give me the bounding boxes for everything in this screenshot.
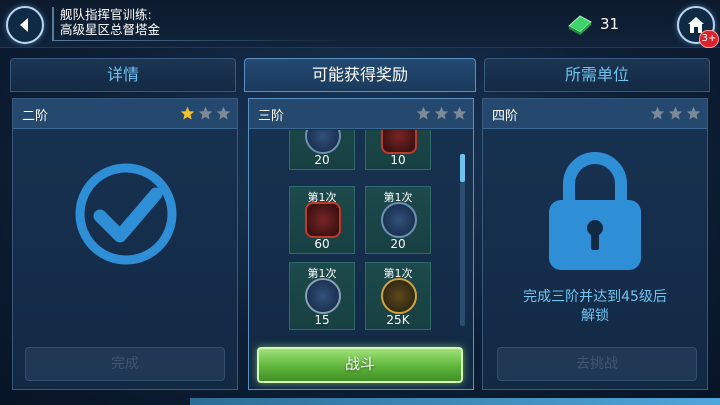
panel-header: 四阶 — [483, 99, 707, 129]
reward-item[interactable]: 10 — [365, 130, 431, 170]
notification-badge: 3+ — [699, 30, 719, 48]
reward-item[interactable]: 第1次 15 — [289, 262, 355, 330]
star-icon — [686, 106, 701, 120]
tab-required-units[interactable]: 所需单位 — [484, 58, 710, 92]
reward-item[interactable]: 20 — [289, 130, 355, 170]
star-rating — [650, 106, 701, 121]
star-icon — [198, 106, 213, 120]
scrollbar-thumb[interactable] — [460, 154, 465, 182]
tier-panel-locked: 四阶 完成三阶并达到45级后 解锁 去挑战 — [482, 98, 708, 390]
character-portrait-icon — [305, 130, 341, 154]
title-line-2: 高级星区总督塔金 — [60, 22, 161, 37]
battle-button[interactable]: 战斗 — [257, 347, 463, 383]
star-icon — [434, 106, 449, 120]
star-icon — [650, 106, 665, 120]
panel-body: 20 10 第1次 60 第1次 20 第1次 15 第1次 25K 战斗 — [249, 130, 473, 389]
character-portrait-icon — [381, 202, 417, 238]
reward-grid[interactable]: 20 10 第1次 60 第1次 20 第1次 15 第1次 25K — [253, 130, 471, 330]
star-icon — [668, 106, 683, 120]
reward-scrollbar[interactable] — [460, 154, 465, 326]
unlock-requirement-line-2: 解锁 — [581, 308, 609, 324]
currency-display: 31 — [566, 11, 619, 37]
tab-possible-rewards[interactable]: 可能获得奖励 — [244, 58, 476, 92]
tier-panel-current: 三阶 20 10 第1次 60 第1次 20 第1次 15 第1次 25K 战斗 — [248, 98, 474, 390]
top-bar: 舰队指挥官训练: 高级星区总督塔金 31 3+ — [0, 0, 720, 48]
back-button[interactable] — [6, 6, 44, 44]
reward-quantity: 60 — [314, 237, 330, 251]
star-icon — [180, 106, 195, 120]
tab-details[interactable]: 详情 — [10, 58, 236, 92]
locked-battle-button: 去挑战 — [497, 347, 697, 381]
panel-title: 四阶 — [492, 109, 519, 124]
unlock-requirement-line-1: 完成三阶并达到45级后 — [523, 289, 667, 305]
panel-header: 二阶 — [13, 99, 237, 129]
title-line-1: 舰队指挥官训练: — [60, 7, 152, 22]
reward-quantity: 25K — [386, 313, 410, 327]
panel-title: 二阶 — [22, 109, 49, 124]
completed-button: 完成 — [25, 347, 225, 381]
panel-header: 三阶 — [249, 99, 473, 129]
reward-quantity: 15 — [314, 313, 330, 327]
reward-quantity: 20 — [314, 153, 330, 167]
back-arrow-icon — [20, 18, 28, 32]
credits-icon — [381, 278, 417, 314]
reward-quantity: 20 — [390, 237, 406, 251]
star-icon — [452, 106, 467, 120]
page-title: 舰队指挥官训练: 高级星区总督塔金 — [52, 7, 352, 41]
star-icon — [416, 106, 431, 120]
gear-part-icon — [305, 278, 341, 314]
panel-body: 完成三阶并达到45级后 解锁 去挑战 — [483, 130, 707, 389]
tier-panel-completed: 二阶 完成 — [12, 98, 238, 390]
bottom-accent-bar — [190, 398, 720, 405]
character-shard-icon — [305, 202, 341, 238]
currency-value: 31 — [600, 15, 620, 33]
panel-body: 完成 — [13, 130, 237, 389]
star-rating — [180, 106, 231, 121]
reward-quantity: 10 — [390, 153, 406, 167]
lock-icon — [549, 152, 641, 270]
reward-item[interactable]: 第1次 60 — [289, 186, 355, 254]
star-icon — [216, 106, 231, 120]
panel-title: 三阶 — [258, 109, 285, 124]
reward-item[interactable]: 第1次 25K — [365, 262, 431, 330]
star-rating — [416, 106, 467, 121]
energy-cell-icon — [568, 15, 592, 35]
ship-icon — [381, 130, 417, 154]
reward-item[interactable]: 第1次 20 — [365, 186, 431, 254]
check-icon — [75, 163, 177, 265]
